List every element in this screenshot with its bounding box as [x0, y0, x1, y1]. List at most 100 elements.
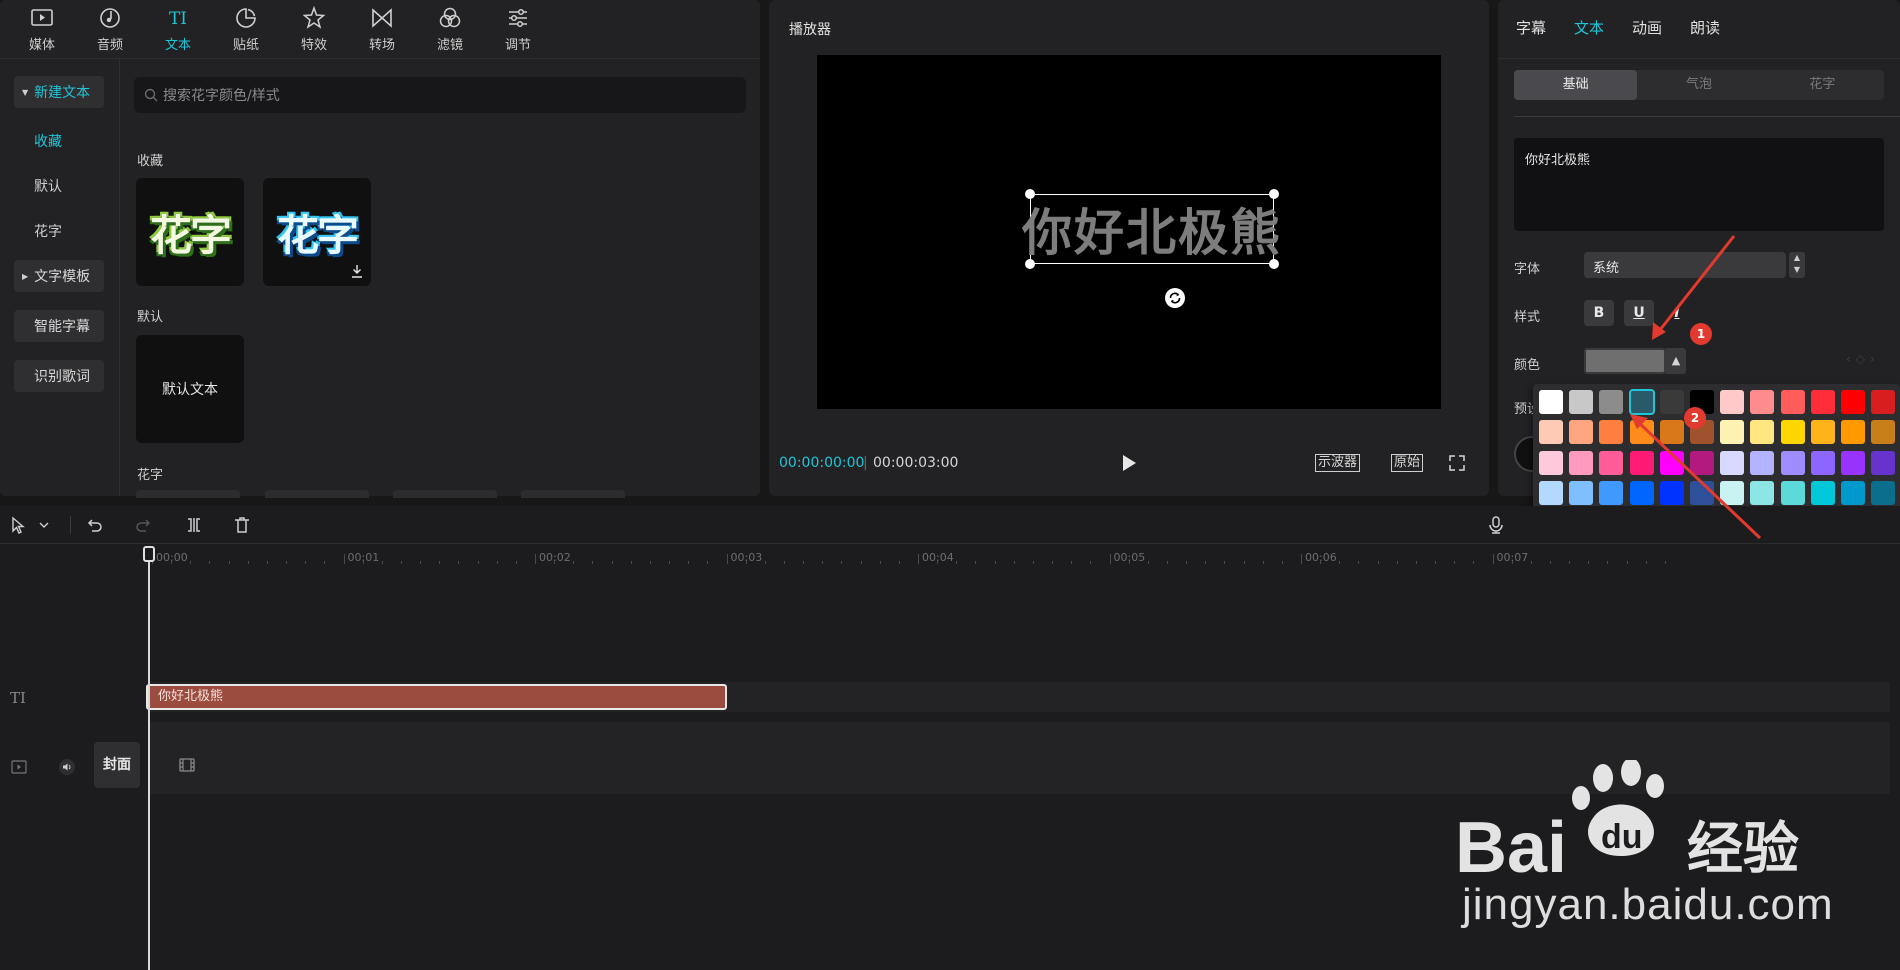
- chevron-up-icon[interactable]: ▲: [1666, 348, 1686, 374]
- rotate-icon[interactable]: [1164, 287, 1186, 309]
- color-swatch[interactable]: [1629, 420, 1654, 445]
- color-swatch[interactable]: [1720, 420, 1745, 445]
- color-swatch[interactable]: [1841, 450, 1865, 475]
- resize-handle-bl[interactable]: [1025, 259, 1035, 269]
- color-swatch[interactable]: [1690, 480, 1714, 505]
- color-swatch[interactable]: [1750, 480, 1775, 505]
- color-swatch[interactable]: [1720, 390, 1745, 414]
- resize-handle-tl[interactable]: [1025, 189, 1035, 199]
- color-swatch[interactable]: [1569, 420, 1594, 445]
- color-swatch[interactable]: [1628, 389, 1655, 415]
- resize-handle-tr[interactable]: [1269, 189, 1279, 199]
- color-swatch[interactable]: [1841, 390, 1865, 414]
- download-icon[interactable]: [351, 264, 363, 278]
- color-swatch[interactable]: [1569, 450, 1594, 475]
- speaker-icon[interactable]: [58, 758, 76, 776]
- color-swatch[interactable]: [1720, 480, 1745, 505]
- color-swatch[interactable]: [1599, 480, 1624, 505]
- bold-button[interactable]: B: [1584, 300, 1614, 326]
- color-swatch[interactable]: [1780, 390, 1805, 414]
- color-swatch[interactable]: [1841, 480, 1865, 505]
- tab-subtitle[interactable]: 字幕: [1516, 0, 1546, 58]
- huazi-tile-partial[interactable]: [136, 490, 240, 498]
- color-swatch[interactable]: [1629, 450, 1654, 475]
- color-swatch[interactable]: [1539, 480, 1563, 505]
- color-swatch[interactable]: [1841, 420, 1865, 445]
- subtab-basic[interactable]: 基础: [1514, 70, 1638, 100]
- chevron-down-icon[interactable]: [38, 515, 50, 535]
- color-swatch[interactable]: [1539, 420, 1563, 445]
- color-swatch[interactable]: [1810, 450, 1835, 475]
- sidebar-item-huazi[interactable]: 花字: [34, 221, 62, 241]
- huazi-tile-partial[interactable]: [265, 490, 369, 498]
- huazi-tile-blue[interactable]: 花字: [263, 178, 371, 286]
- color-swatch[interactable]: [1569, 390, 1594, 414]
- split-icon[interactable]: [184, 515, 204, 535]
- color-swatch[interactable]: [1659, 480, 1684, 505]
- sidebar-item-default[interactable]: 默认: [34, 176, 62, 196]
- sidebar-text-templates[interactable]: ▶ 文字模板: [14, 260, 104, 292]
- nav-adjust[interactable]: 调节: [484, 0, 552, 58]
- sidebar-item-favorites[interactable]: 收藏: [34, 131, 62, 151]
- color-swatch[interactable]: [1871, 450, 1896, 475]
- subtab-huazi[interactable]: 花字: [1761, 70, 1884, 100]
- color-swatch[interactable]: [1539, 450, 1563, 475]
- color-picker-swatch[interactable]: [1584, 348, 1666, 374]
- scope-button[interactable]: 示波器: [1315, 454, 1361, 472]
- color-swatch[interactable]: [1569, 480, 1594, 505]
- huazi-tile-partial[interactable]: [393, 490, 497, 498]
- huazi-tile-green[interactable]: 花字: [136, 178, 244, 286]
- video-canvas[interactable]: 你好北极熊: [817, 55, 1441, 409]
- nav-filter[interactable]: 滤镜: [416, 0, 484, 58]
- nav-effects[interactable]: 特效: [280, 0, 348, 58]
- tab-animation[interactable]: 动画: [1632, 0, 1662, 58]
- default-text-tile[interactable]: 默认文本: [136, 335, 244, 443]
- color-swatch[interactable]: [1780, 420, 1805, 445]
- color-swatch[interactable]: [1659, 390, 1684, 414]
- search-input[interactable]: 搜索花字颜色/样式: [134, 77, 746, 113]
- huazi-tile-partial[interactable]: [521, 490, 625, 498]
- time-ruler[interactable]: 00:00 00:01 00:02 00:03 00:04 00:05 00:06 00:07: [150, 546, 1900, 566]
- underline-button[interactable]: U: [1624, 300, 1654, 326]
- color-swatch[interactable]: [1871, 420, 1896, 445]
- font-select[interactable]: 系统: [1584, 252, 1786, 278]
- text-selection-box[interactable]: 你好北极熊: [1022, 194, 1280, 264]
- nav-text[interactable]: TI 文本: [144, 0, 212, 58]
- color-swatch[interactable]: [1780, 480, 1805, 505]
- nav-media[interactable]: 媒体: [8, 0, 76, 58]
- color-swatch[interactable]: [1810, 420, 1835, 445]
- color-swatch[interactable]: [1599, 450, 1624, 475]
- cover-button[interactable]: 封面: [94, 742, 140, 788]
- text-clip[interactable]: 你好北极熊: [146, 684, 727, 710]
- color-swatch[interactable]: [1720, 450, 1745, 475]
- select-cursor-icon[interactable]: [8, 515, 28, 535]
- delete-icon[interactable]: [232, 515, 252, 535]
- color-swatch[interactable]: [1539, 390, 1563, 414]
- sidebar-new-text[interactable]: ▼ 新建文本: [14, 76, 104, 108]
- sidebar-lyrics[interactable]: 识别歌词: [14, 360, 104, 392]
- redo-icon[interactable]: [134, 515, 154, 535]
- play-button[interactable]: [1121, 454, 1137, 472]
- sidebar-smart-captions[interactable]: 智能字幕: [14, 310, 104, 342]
- playhead-handle[interactable]: [143, 546, 155, 562]
- subtab-bubble[interactable]: 气泡: [1637, 70, 1760, 100]
- nav-transition[interactable]: 转场: [348, 0, 416, 58]
- color-swatch[interactable]: [1750, 420, 1775, 445]
- color-swatch[interactable]: [1659, 420, 1684, 445]
- color-swatch[interactable]: [1871, 480, 1896, 505]
- font-select-stepper[interactable]: ▲ ▼: [1789, 252, 1805, 278]
- text-content-input[interactable]: 你好北极熊: [1514, 138, 1884, 231]
- italic-button[interactable]: I: [1662, 300, 1692, 326]
- color-swatch[interactable]: [1599, 420, 1624, 445]
- undo-icon[interactable]: [84, 515, 104, 535]
- microphone-icon[interactable]: [1486, 515, 1506, 535]
- original-ratio-button[interactable]: 原始: [1391, 454, 1424, 472]
- nav-audio[interactable]: 音频: [76, 0, 144, 58]
- tab-read-aloud[interactable]: 朗读: [1690, 0, 1720, 58]
- nav-sticker[interactable]: 贴纸: [212, 0, 280, 58]
- color-swatch[interactable]: [1750, 450, 1775, 475]
- tab-text[interactable]: 文本: [1574, 0, 1604, 58]
- color-swatch[interactable]: [1629, 480, 1654, 505]
- color-swatch[interactable]: [1810, 390, 1835, 414]
- color-swatch[interactable]: [1750, 390, 1775, 414]
